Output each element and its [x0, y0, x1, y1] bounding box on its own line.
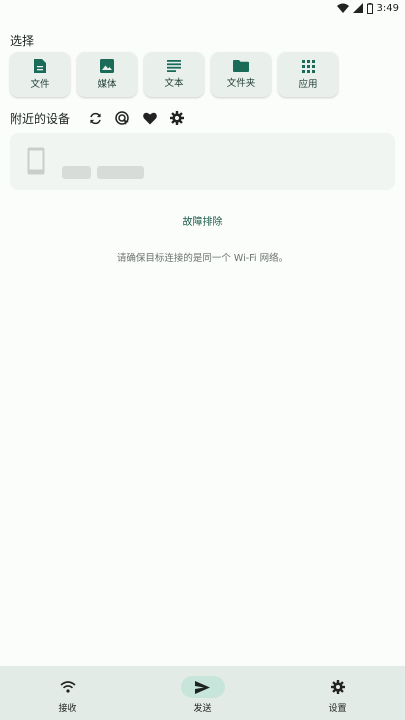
skeleton-placeholder	[62, 166, 91, 179]
nav-settings-pill	[316, 676, 360, 698]
nearby-devices-header: 附近的设备	[10, 109, 190, 127]
select-text-label: 文本	[164, 78, 184, 89]
select-text-button[interactable]: 文本	[144, 52, 204, 97]
apps-grid-icon	[301, 59, 315, 73]
nav-settings[interactable]: 设置	[270, 666, 405, 720]
status-time: 3:49	[376, 2, 399, 14]
select-media-button[interactable]: 媒体	[77, 52, 137, 97]
wifi-signal-icon	[336, 3, 349, 13]
nav-receive-label: 接收	[58, 704, 77, 714]
troubleshoot-link[interactable]: 故障排除	[0, 213, 405, 228]
select-media-label: 媒体	[97, 79, 117, 90]
folder-icon	[233, 60, 249, 72]
nav-receive[interactable]: 接收	[0, 666, 135, 720]
device-placeholder-card	[10, 133, 395, 190]
favorite-heart-icon	[142, 112, 157, 124]
phone-device-icon	[27, 147, 45, 175]
select-folder-label: 文件夹	[226, 78, 256, 89]
select-apps-button[interactable]: 应用	[278, 52, 338, 97]
select-section-title: 选择	[10, 34, 35, 48]
wifi-receive-icon	[59, 681, 76, 693]
settings-gear-icon	[330, 680, 345, 694]
nav-send-pill	[180, 676, 225, 698]
bottom-navigation: 接收 发送 设置	[0, 666, 405, 720]
nav-send-label: 发送	[193, 704, 212, 714]
status-bar: 3:49	[0, 0, 405, 16]
network-hint-text: 请确保目标连接的是同一个 Wi-Fi 网络。	[116, 253, 289, 264]
file-icon	[34, 59, 46, 73]
select-file-button[interactable]: 文件	[10, 52, 70, 97]
skeleton-placeholder	[97, 166, 144, 179]
image-icon	[100, 59, 114, 73]
nearby-settings-button[interactable]	[163, 109, 190, 127]
text-icon	[167, 60, 181, 72]
select-folder-button[interactable]: 文件夹	[211, 52, 271, 97]
cell-signal-icon	[352, 3, 363, 13]
select-buttons-row: 文件 媒体 文本 文件夹 应用	[10, 52, 338, 97]
favorites-button[interactable]	[136, 109, 163, 127]
refresh-icon	[90, 112, 101, 124]
nearby-devices-title: 附近的设备	[10, 111, 71, 126]
battery-icon	[366, 2, 373, 14]
scan-target-icon	[115, 110, 130, 125]
nav-receive-pill	[46, 676, 90, 698]
send-icon	[195, 680, 210, 694]
refresh-button[interactable]	[82, 109, 109, 127]
select-file-label: 文件	[30, 79, 50, 90]
nav-send[interactable]: 发送	[135, 666, 270, 720]
select-apps-label: 应用	[298, 78, 318, 90]
settings-gear-icon	[169, 111, 184, 125]
nav-settings-label: 设置	[328, 704, 347, 714]
scan-target-button[interactable]	[109, 109, 136, 127]
